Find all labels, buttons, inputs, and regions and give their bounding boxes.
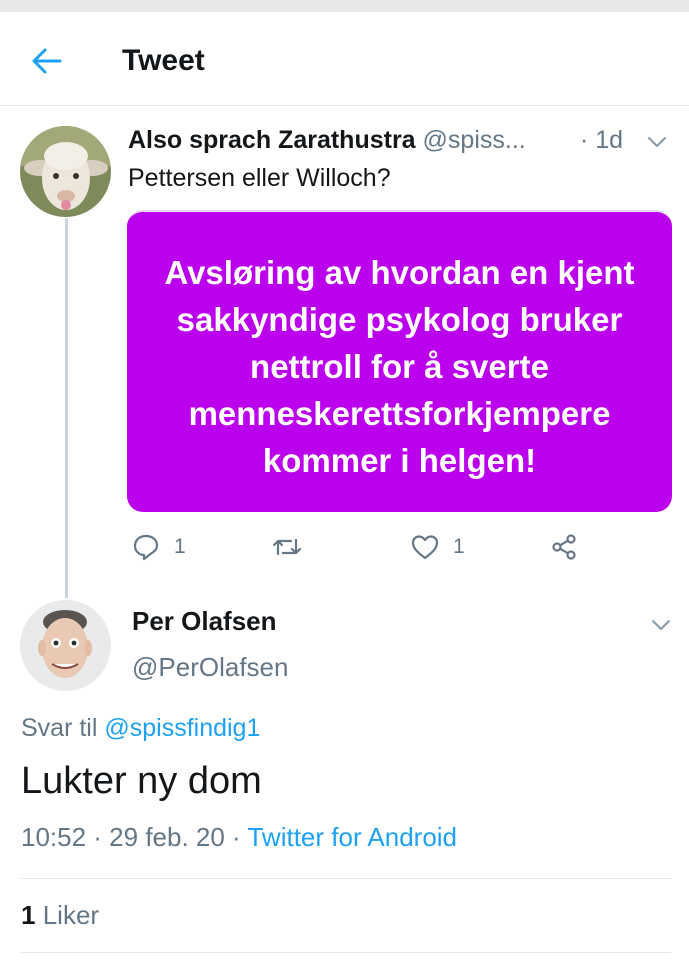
chevron-down-icon — [652, 620, 670, 630]
likes-count: 1 — [21, 900, 36, 930]
avatar[interactable] — [20, 126, 111, 217]
tweet-timestamp: 10:52 · 29 feb. 20 · — [21, 822, 241, 852]
replying-to-mention[interactable]: @spissfindig1 — [104, 714, 260, 742]
replying-to: Svar til @spissfindig1 — [21, 714, 260, 743]
replying-to-label: Svar til — [21, 714, 98, 742]
back-button[interactable] — [30, 46, 64, 76]
reply-action[interactable]: 1 — [132, 532, 186, 562]
like-count: 1 — [453, 535, 465, 558]
arrow-left-icon — [32, 48, 62, 74]
reply-handle[interactable]: @PerOlafsen — [132, 652, 288, 683]
likes-label: Liker — [42, 900, 100, 930]
heart-icon — [411, 535, 439, 560]
tweet-source-link[interactable]: Twitter for Android — [247, 822, 457, 852]
quoted-more-button[interactable] — [647, 135, 667, 154]
status-strip — [0, 0, 689, 12]
reply-more-button[interactable] — [651, 618, 671, 637]
quoted-handle[interactable]: @spiss... — [423, 126, 526, 154]
reply-count: 1 — [174, 535, 186, 558]
divider — [21, 878, 671, 879]
divider — [21, 952, 671, 953]
sheep-avatar-image — [20, 126, 111, 217]
share-icon — [552, 534, 576, 560]
page-title: Tweet — [122, 44, 205, 77]
avatar[interactable] — [20, 600, 111, 691]
quoted-tweet-text: Pettersen eller Willoch? — [128, 164, 391, 192]
like-action[interactable]: 1 — [411, 532, 465, 562]
top-bar: Tweet — [0, 12, 689, 106]
retweet-action[interactable] — [272, 532, 316, 562]
image-card[interactable]: Avsløring av hvordan en kjent sakkyndige… — [127, 210, 672, 512]
tweet-meta: 10:52 · 29 feb. 20 · Twitter for Android — [21, 822, 457, 853]
reply-display-name[interactable]: Per Olafsen — [132, 606, 277, 637]
chevron-down-icon — [648, 137, 666, 147]
quoted-time: · 1d — [580, 126, 624, 154]
card-text: Avsløring av hvordan en kjent sakkyndige… — [164, 253, 635, 479]
thread-connector-line — [65, 218, 68, 598]
likes-summary[interactable]: 1 Liker — [21, 900, 99, 931]
retweet-icon — [272, 538, 302, 556]
quoted-display-name[interactable]: Also sprach Zarathustra — [128, 126, 416, 154]
tweet-text: Lukter ny dom — [21, 760, 262, 802]
share-action[interactable] — [550, 532, 578, 562]
reply-icon — [133, 534, 159, 561]
person-avatar-image — [20, 600, 111, 691]
